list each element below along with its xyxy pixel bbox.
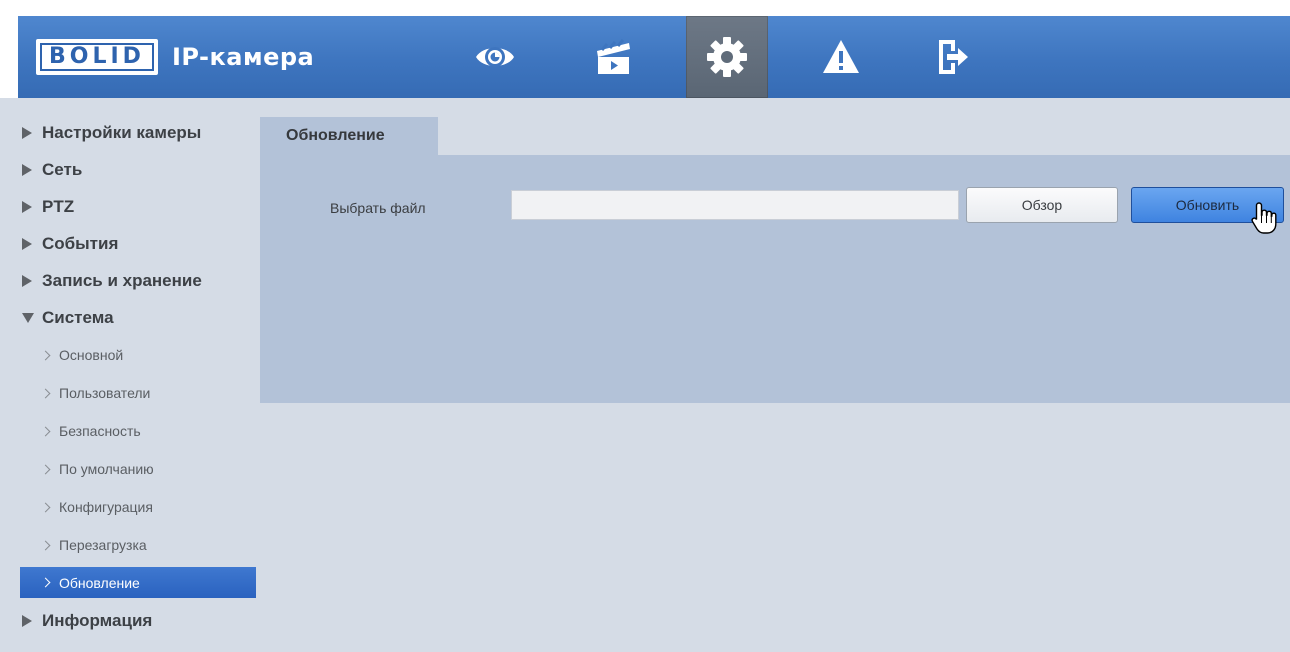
sidebar-section-ptz[interactable]: PTZ xyxy=(20,188,260,225)
sidebar-item-label: Перезагрузка xyxy=(59,537,147,553)
chevron-right-icon xyxy=(40,388,51,398)
sidebar-item-label: Безпасность xyxy=(59,423,141,439)
collapse-arrow-icon xyxy=(22,312,34,323)
expand-arrow-icon xyxy=(22,200,32,213)
chevron-right-icon xyxy=(40,502,51,512)
sidebar-section-system[interactable]: Система xyxy=(20,299,260,336)
app-logo: BOLID IP-камера xyxy=(36,37,314,77)
expand-arrow-icon xyxy=(22,274,32,287)
sidebar-section-information[interactable]: Информация xyxy=(20,602,260,639)
sidebar-section-network[interactable]: Сеть xyxy=(20,151,260,188)
tab-upgrade[interactable]: Обновление xyxy=(260,117,438,155)
sidebar-section-label: Система xyxy=(42,307,114,327)
top-header: BOLID IP-камера xyxy=(18,16,1290,98)
sidebar: Настройки камеры Сеть PTZ События Запись… xyxy=(20,114,260,639)
sidebar-section-storage[interactable]: Запись и хранение xyxy=(20,262,260,299)
chevron-right-icon xyxy=(40,464,51,474)
expand-arrow-icon xyxy=(22,126,32,139)
browse-button[interactable]: Обзор xyxy=(966,187,1118,223)
eye-icon xyxy=(476,47,514,67)
sidebar-section-label: Настройки камеры xyxy=(42,122,202,142)
sidebar-section-camera-settings[interactable]: Настройки камеры xyxy=(20,114,260,151)
sidebar-item-label: По умолчанию xyxy=(59,461,154,477)
logout-icon xyxy=(939,40,968,74)
chevron-right-icon xyxy=(40,426,51,436)
sidebar-item-label: Конфигурация xyxy=(59,499,153,515)
nav-live-view[interactable] xyxy=(454,16,536,98)
sidebar-item-configuration[interactable]: Конфигурация xyxy=(20,488,256,526)
main-area: Настройки камеры Сеть PTZ События Запись… xyxy=(0,98,1290,652)
sidebar-item-security[interactable]: Безпасность xyxy=(20,412,256,450)
brand-name: BOLID xyxy=(49,44,145,69)
hand-cursor-icon xyxy=(1251,202,1277,234)
sidebar-item-upgrade[interactable]: Обновление xyxy=(20,567,256,598)
sidebar-item-label: Основной xyxy=(59,347,124,363)
expand-arrow-icon xyxy=(22,614,32,627)
product-title: IP-камера xyxy=(171,43,315,71)
nav-settings[interactable] xyxy=(686,16,768,98)
sidebar-section-label: PTZ xyxy=(42,196,75,216)
warning-icon xyxy=(823,40,859,73)
sidebar-section-events[interactable]: События xyxy=(20,225,260,262)
gear-icon xyxy=(707,37,747,77)
expand-arrow-icon xyxy=(22,163,32,176)
sidebar-item-defaults[interactable]: По умолчанию xyxy=(20,450,256,488)
upgrade-panel: Выбрать файл Обзор Обновить xyxy=(260,155,1290,403)
sidebar-section-label: Сеть xyxy=(42,159,83,179)
sidebar-item-label: Пользователи xyxy=(59,385,151,401)
nav-logout[interactable] xyxy=(910,16,992,98)
brand-logo-box: BOLID xyxy=(36,39,158,75)
chevron-right-icon xyxy=(40,350,51,360)
chevron-right-icon xyxy=(40,540,51,550)
sidebar-section-label: Информация xyxy=(42,610,153,630)
sidebar-item-reboot[interactable]: Перезагрузка xyxy=(20,526,256,564)
sidebar-item-general[interactable]: Основной xyxy=(20,336,256,374)
file-path-input[interactable] xyxy=(511,190,959,220)
sidebar-item-users[interactable]: Пользователи xyxy=(20,374,256,412)
nav-playback[interactable] xyxy=(572,16,654,98)
chevron-right-icon xyxy=(40,577,51,588)
sidebar-item-label: Обновление xyxy=(59,574,140,591)
expand-arrow-icon xyxy=(22,237,32,250)
nav-alarm[interactable] xyxy=(800,16,882,98)
sidebar-section-label: Запись и хранение xyxy=(42,270,202,290)
sidebar-section-label: События xyxy=(42,233,119,253)
clapperboard-icon xyxy=(597,39,630,74)
file-select-label: Выбрать файл xyxy=(330,200,426,216)
